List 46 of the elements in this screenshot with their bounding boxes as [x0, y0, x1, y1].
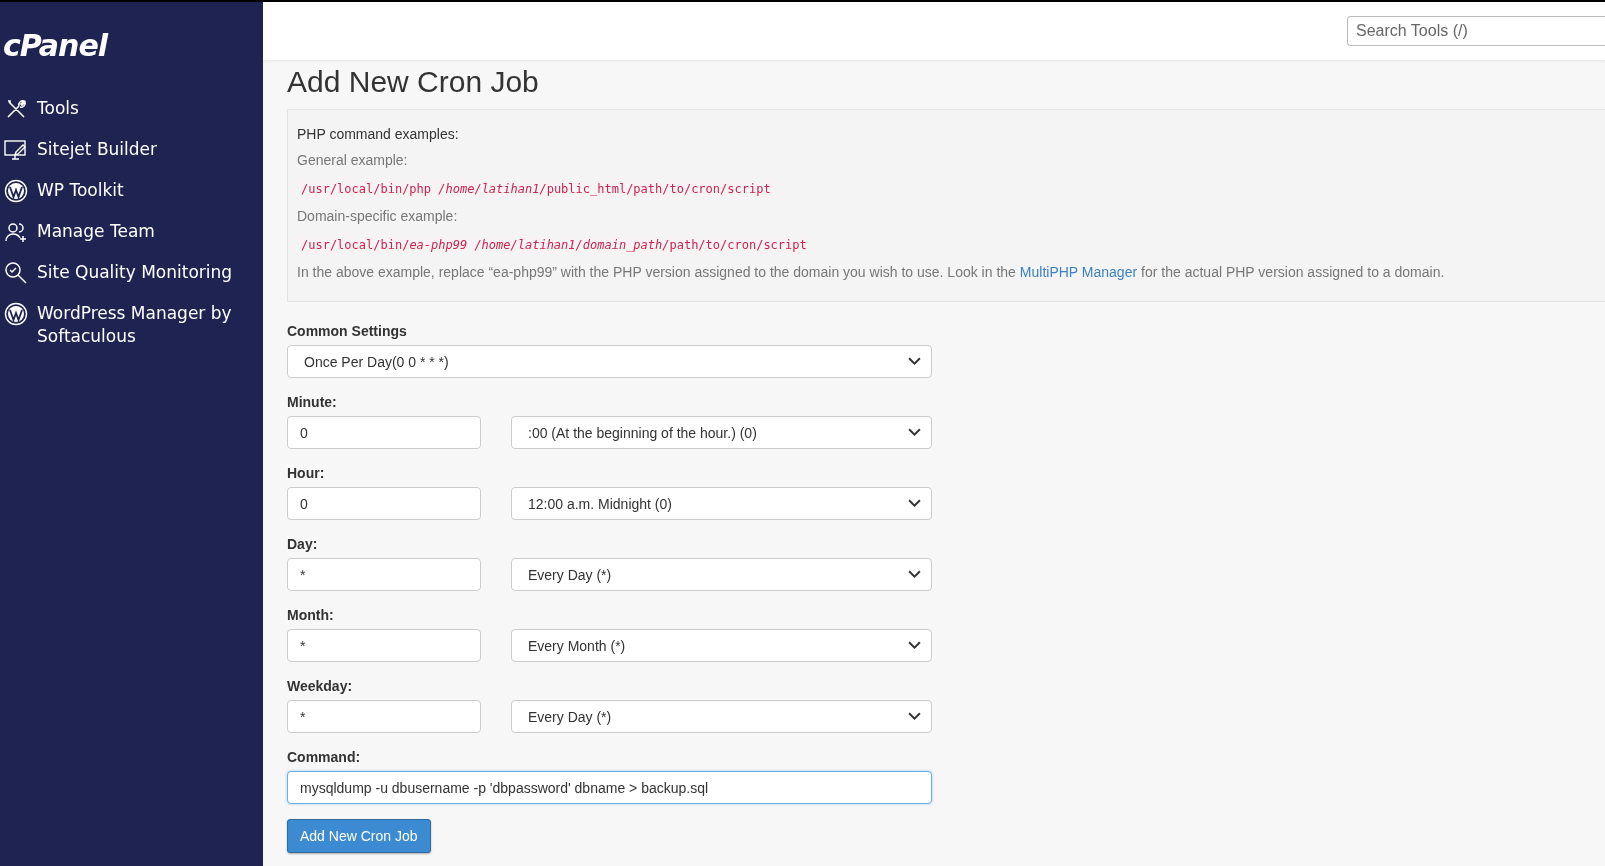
caret-icon — [908, 499, 921, 508]
dropdown-select[interactable]: Every Day (*) — [511, 700, 932, 733]
search-icon — [4, 261, 28, 285]
field-label: Hour: — [287, 465, 326, 481]
wordpress-icon — [4, 179, 28, 203]
input-field[interactable]: * — [287, 558, 481, 591]
sidebar-item[interactable]: WP Toolkit — [0, 179, 263, 203]
search-field[interactable]: Search Tools (/) — [1347, 16, 1605, 46]
monitor-icon — [4, 138, 28, 162]
dropdown-select[interactable]: Every Month (*) — [511, 629, 932, 662]
dropdown-select[interactable]: 12:00 a.m. Midnight (0) — [511, 487, 932, 520]
dropdown-select[interactable]: Every Day (*) — [511, 558, 932, 591]
note-text: In the above example, replace “ea-php99” with the PHP version assigned to the domain you wish to use. Look in the — [297, 264, 1016, 280]
dropdown-select[interactable]: :00 (At the beginning of the hour.) (0) — [511, 416, 932, 449]
field-label: Common Settings — [287, 323, 408, 339]
wordpress-icon — [4, 302, 28, 326]
caret-icon — [908, 570, 921, 579]
example-label: Domain-specific example: — [297, 207, 459, 226]
sidebar-item[interactable]: Sitejet Builder — [0, 138, 263, 162]
input-field[interactable]: * — [287, 700, 481, 733]
field-label: Command: — [287, 749, 362, 765]
caret-icon — [908, 641, 921, 650]
sidebar-item[interactable]: WordPress Manager by Softaculous — [0, 302, 263, 348]
sidebar-item[interactable]: Site Quality Monitoring — [0, 261, 263, 285]
add-cron-job-button[interactable]: Add New Cron Job — [287, 819, 431, 853]
example-label: General example: — [297, 151, 409, 170]
field-label: Weekday: — [287, 678, 354, 694]
input-field[interactable]: * — [287, 629, 481, 662]
field-label: Month: — [287, 607, 335, 623]
multiphp-manager-link[interactable]: MultiPHP Manager — [1019, 264, 1138, 280]
team-icon — [4, 220, 28, 244]
input-field[interactable]: 0 — [287, 487, 481, 520]
command-field[interactable]: mysqldump -u dbusername -p 'dbpassword' dbname > backup.sql — [287, 771, 932, 804]
page-title: Add New Cron Job — [287, 65, 540, 99]
examples-heading: PHP command examples: — [297, 125, 460, 144]
note-text: for the actual PHP version assigned to a domain. — [1141, 264, 1445, 280]
caret-icon — [908, 428, 921, 437]
cpanel-logo[interactable]: cPanel — [3, 28, 108, 63]
field-label: Day: — [287, 536, 319, 552]
input-field[interactable]: 0 — [287, 416, 481, 449]
field-label: Minute: — [287, 394, 338, 410]
sidebar-item[interactable]: Manage Team — [0, 220, 263, 244]
sidebar-item[interactable]: Tools — [0, 97, 263, 121]
common-settings-select[interactable]: Once Per Day(0 0 * * *) — [287, 345, 932, 378]
caret-icon — [908, 357, 921, 366]
caret-icon — [908, 712, 921, 721]
